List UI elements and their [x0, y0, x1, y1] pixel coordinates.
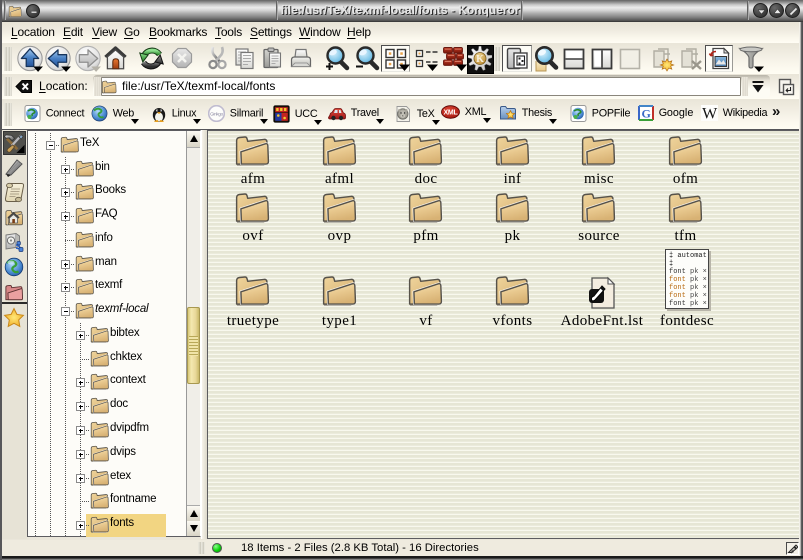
svg-text:K: K [476, 54, 484, 65]
svg-text:XML: XML [443, 110, 458, 117]
svg-text:G: G [641, 107, 650, 121]
svg-text:W: W [702, 106, 718, 122]
svg-text:Ginkgo: Ginkgo [210, 112, 224, 117]
